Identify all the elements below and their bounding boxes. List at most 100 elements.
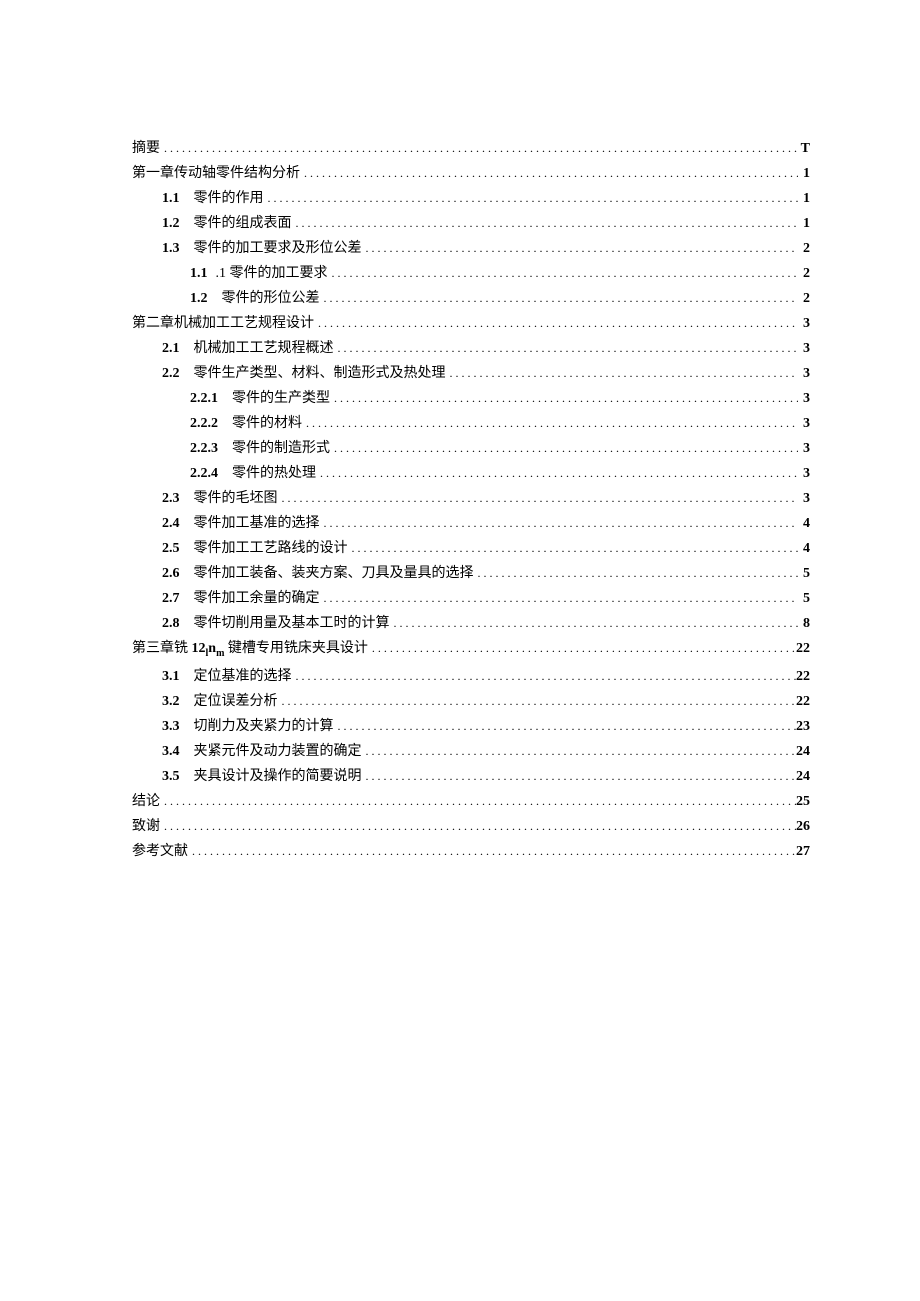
toc-title: 零件的加工要求及形位公差 [194, 242, 362, 256]
toc-page: 2 [798, 267, 810, 281]
toc-number: 2.4 [162, 517, 194, 531]
toc-page: 27 [796, 845, 810, 859]
toc-leader [334, 342, 799, 356]
toc-leader [348, 542, 799, 556]
toc-number: 2.8 [162, 617, 194, 631]
toc-number: 3.3 [162, 720, 194, 734]
toc-entry: 参考文献 27 [132, 845, 810, 859]
toc-leader [264, 192, 799, 206]
toc-entry: 2.2.2 零件的材料 3 [132, 417, 810, 431]
toc-title: 致谢 [132, 820, 160, 834]
toc-title: 零件的形位公差 [222, 292, 320, 306]
toc-leader [316, 467, 798, 481]
toc-number: 3.5 [162, 770, 194, 784]
toc-page: 4 [798, 542, 810, 556]
toc-entry: 摘要 T [132, 142, 810, 156]
toc-leader [362, 242, 799, 256]
toc-entry: 第二章机械加工工艺规程设计 3 [132, 317, 810, 331]
toc-number: 3.2 [162, 695, 194, 709]
toc-entry: 1.2 零件的形位公差 2 [132, 292, 810, 306]
toc-entry: 1.1 零件的作用 1 [132, 192, 810, 206]
toc-title: 零件的材料 [232, 417, 302, 431]
toc-page: 8 [798, 617, 810, 631]
toc-title: 零件的组成表面 [194, 217, 292, 231]
toc-entry: 1.1 .1 零件的加工要求 2 [132, 267, 810, 281]
toc-title: 夹具设计及操作的简要说明 [194, 770, 362, 784]
toc-number: 1.2 [190, 292, 222, 306]
toc-number: 2.2.4 [190, 467, 232, 481]
toc-number: 1.2 [162, 217, 194, 231]
toc-entry: 3.1 定位基准的选择 22 [132, 670, 810, 684]
toc-leader [188, 845, 796, 859]
toc-leader [334, 720, 797, 734]
toc-entry: 2.2.3 零件的制造形式 3 [132, 442, 810, 456]
toc-number: 2.2.1 [190, 392, 232, 406]
toc-title: 定位基准的选择 [194, 670, 292, 684]
toc-page: 5 [798, 567, 810, 581]
toc-title: 结论 [132, 795, 160, 809]
toc-entry: 第一章传动轴零件结构分析 1 [132, 167, 810, 181]
toc-number: 2.7 [162, 592, 194, 606]
toc-title: 第一章传动轴零件结构分析 [132, 167, 300, 181]
toc-title: 零件加工工艺路线的设计 [194, 542, 348, 556]
toc-title: 零件加工装备、装夹方案、刀具及量具的选择 [194, 567, 474, 581]
toc-title: .1 零件的加工要求 [216, 267, 328, 281]
toc-page: 26 [796, 820, 810, 834]
toc-leader [362, 745, 797, 759]
toc-number: 2.2 [162, 367, 194, 381]
toc-page: 22 [796, 642, 810, 656]
toc-number: 1.3 [162, 242, 194, 256]
toc-page: 3 [798, 467, 810, 481]
toc-leader [446, 367, 799, 381]
toc-number: 2.2.3 [190, 442, 232, 456]
toc-title: 零件的热处理 [232, 467, 316, 481]
toc-leader [390, 617, 799, 631]
toc-page: 3 [798, 392, 810, 406]
toc-page: 3 [798, 442, 810, 456]
toc-title: 零件切削用量及基本工时的计算 [194, 617, 390, 631]
toc-entry: 2.2.1 零件的生产类型 3 [132, 392, 810, 406]
toc-page: 3 [798, 367, 810, 381]
toc-leader [160, 795, 796, 809]
toc-entry: 2.7 零件加工余量的确定 5 [132, 592, 810, 606]
toc-number: 3.1 [162, 670, 194, 684]
toc-number: 3.4 [162, 745, 194, 759]
toc-leader [314, 317, 798, 331]
toc-title: 零件加工余量的确定 [194, 592, 320, 606]
toc-entry: 2.4 零件加工基准的选择 4 [132, 517, 810, 531]
toc-page: 3 [798, 417, 810, 431]
toc-entry: 2.1 机械加工工艺规程概述 3 [132, 342, 810, 356]
toc-page: T [798, 142, 810, 156]
toc-entry: 2.5 零件加工工艺路线的设计 4 [132, 542, 810, 556]
toc-leader [330, 392, 798, 406]
toc-title: 零件的作用 [194, 192, 264, 206]
toc-entry: 1.2 零件的组成表面 1 [132, 217, 810, 231]
toc-entry: 3.3 切削力及夹紧力的计算 23 [132, 720, 810, 734]
toc-entry: 1.3 零件的加工要求及形位公差 2 [132, 242, 810, 256]
toc-title: 切削力及夹紧力的计算 [194, 720, 334, 734]
toc-number: 2.6 [162, 567, 194, 581]
toc-page: 3 [798, 492, 810, 506]
toc-leader [302, 417, 798, 431]
toc-leader [160, 142, 798, 156]
toc-number: 2.3 [162, 492, 194, 506]
toc-title: 参考文献 [132, 845, 188, 859]
toc-title: 夹紧元件及动力装置的确定 [194, 745, 362, 759]
toc-number: 2.5 [162, 542, 194, 556]
toc-page: 1 [798, 217, 810, 231]
toc-page: 1 [798, 192, 810, 206]
toc-number: 2.2.2 [190, 417, 232, 431]
toc-title: 零件加工基准的选择 [194, 517, 320, 531]
toc-entry: 3.5 夹具设计及操作的简要说明 24 [132, 770, 810, 784]
toc-leader [292, 670, 797, 684]
toc-entry: 2.3 零件的毛坯图 3 [132, 492, 810, 506]
toc-leader [320, 292, 799, 306]
toc-page: 5 [798, 592, 810, 606]
toc-leader [278, 492, 799, 506]
toc-page: 24 [796, 745, 810, 759]
toc-title: 零件生产类型、材料、制造形式及热处理 [194, 367, 446, 381]
toc-page: 25 [796, 795, 810, 809]
toc-leader [328, 267, 799, 281]
toc-title: 定位误差分析 [194, 695, 278, 709]
toc-leader [320, 517, 799, 531]
